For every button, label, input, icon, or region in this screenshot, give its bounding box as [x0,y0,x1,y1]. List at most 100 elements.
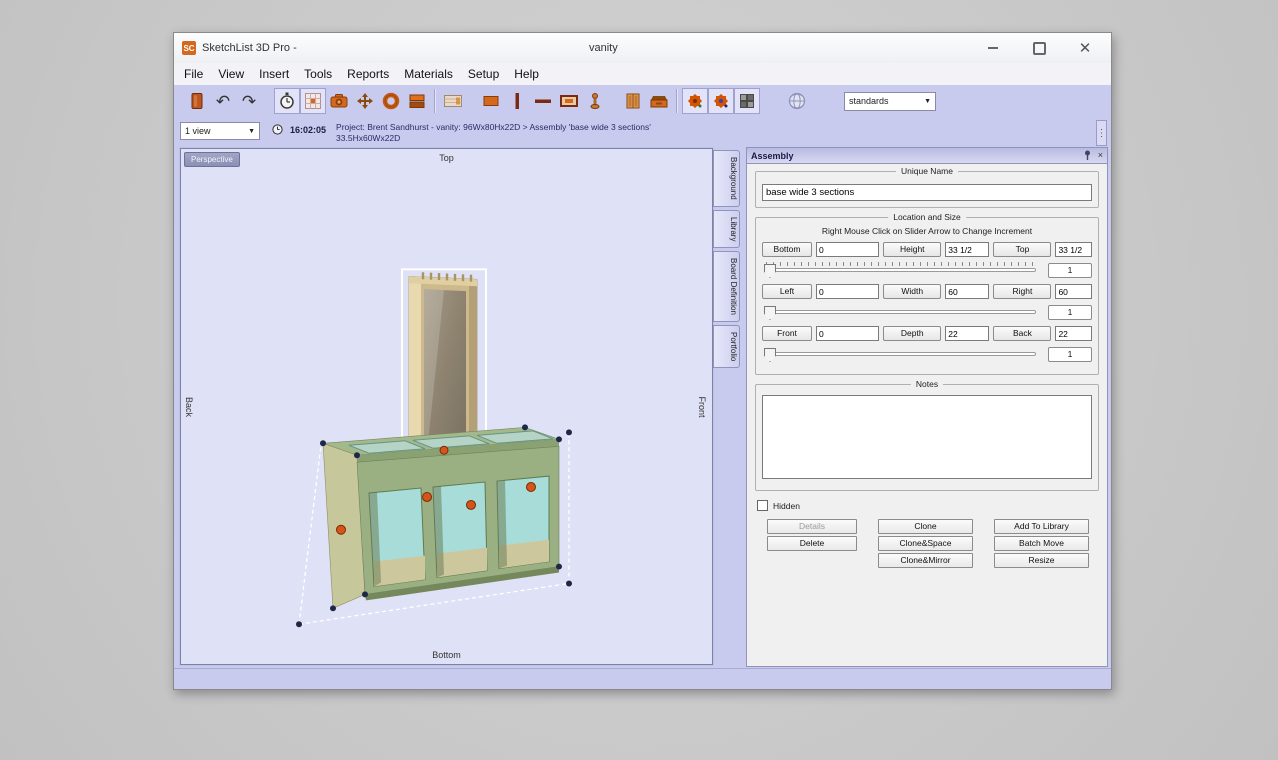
menu-tools[interactable]: Tools [304,67,332,81]
width-slider[interactable] [762,302,1038,318]
menu-reports[interactable]: Reports [347,67,389,81]
texture-icon[interactable] [734,88,760,114]
window-title-document: vanity [589,42,618,54]
pin-icon[interactable] [1083,150,1092,162]
width-input[interactable] [945,284,989,299]
clone-space-button[interactable]: Clone&Space [878,536,973,551]
view-count-value: 1 view [185,126,211,136]
batch-move-button[interactable]: Batch Move [994,536,1089,551]
close-button[interactable]: ✕ [1075,38,1095,58]
assembly-actions: Details Delete Clone Clone&Space Clone&M… [755,519,1099,568]
clone-button[interactable]: Clone [878,519,973,534]
door-icon[interactable] [620,88,646,114]
timer-icon[interactable] [274,88,300,114]
menu-view[interactable]: View [218,67,244,81]
explode-icon[interactable] [682,88,708,114]
bottom-input[interactable] [816,242,879,257]
viewport-label-back: Back [184,396,194,416]
height-slider[interactable] [762,260,1038,276]
back-button[interactable]: Back [993,326,1051,341]
menu-materials[interactable]: Materials [404,67,453,81]
front-input[interactable] [816,326,879,341]
width-increment[interactable]: 1 [1048,305,1092,320]
view-count-dropdown[interactable]: 1 view ▼ [180,122,260,140]
right-input[interactable] [1055,284,1092,299]
width-slider-thumb[interactable] [764,306,776,320]
tab-board-definition[interactable]: Board Definition [713,251,740,322]
height-slider-thumb[interactable] [764,264,776,278]
left-button[interactable]: Left [762,284,812,299]
resize-button[interactable]: Resize [994,553,1089,568]
project-breadcrumb-line1: Project: Brent Sandhurst - vanity: 96Wx8… [336,122,651,133]
menu-help[interactable]: Help [514,67,539,81]
height-increment[interactable]: 1 [1048,263,1092,278]
width-button[interactable]: Width [883,284,941,299]
viewport-label-front: Front [697,396,707,417]
tab-library[interactable]: Library [713,210,740,248]
hidden-checkbox-label: Hidden [773,501,800,511]
tab-portfolio[interactable]: Portfolio [713,325,740,368]
unique-name-legend: Unique Name [896,166,958,176]
maximize-button[interactable] [1029,38,1049,58]
clock-icon [272,124,283,135]
back-input[interactable] [1055,326,1092,341]
clone-mirror-button[interactable]: Clone&Mirror [878,553,973,568]
unique-name-input[interactable] [762,184,1092,201]
depth-slider[interactable] [762,344,1038,360]
menu-insert[interactable]: Insert [259,67,289,81]
delete-button[interactable]: Delete [767,536,857,551]
globe-icon[interactable] [784,88,810,114]
horizontal-board-icon[interactable] [530,88,556,114]
move-icon[interactable] [352,88,378,114]
vanity-3d-model[interactable] [181,149,712,664]
new-board-icon[interactable] [184,88,210,114]
hidden-checkbox[interactable] [757,500,768,511]
depth-button[interactable]: Depth [883,326,941,341]
minimize-button[interactable] [983,38,1003,58]
project-breadcrumb-line2: 33.5Hx60Wx22D [336,133,651,144]
add-to-library-button[interactable]: Add To Library [994,519,1089,534]
3d-viewport[interactable]: Perspective Top Bottom Back Front [180,148,713,665]
depth-increment[interactable]: 1 [1048,347,1092,362]
tab-background[interactable]: Background [713,150,740,207]
notes-textarea[interactable] [762,395,1092,479]
details-button[interactable]: Details [767,519,857,534]
window-footer [174,668,1111,689]
sheet-icon[interactable] [478,88,504,114]
viewport-label-bottom: Bottom [432,650,461,660]
standards-dropdown-value: standards [849,96,889,106]
drawer-icon[interactable] [646,88,672,114]
app-logo-icon: SC [182,41,196,55]
height-button[interactable]: Height [883,242,941,257]
layers-icon[interactable] [404,88,430,114]
top-input[interactable] [1055,242,1092,257]
camera-icon[interactable] [326,88,352,114]
bottom-button[interactable]: Bottom [762,242,812,257]
left-input[interactable] [816,284,879,299]
vertical-board-icon[interactable] [504,88,530,114]
splitter-handle[interactable]: ⋮ [1096,120,1107,146]
depth-slider-thumb[interactable] [764,348,776,362]
chevron-down-icon: ▼ [924,98,931,105]
perspective-badge[interactable]: Perspective [184,152,240,167]
panel-close-icon[interactable]: × [1098,151,1103,160]
menu-setup[interactable]: Setup [468,67,499,81]
depth-input[interactable] [945,326,989,341]
menu-file[interactable]: File [184,67,203,81]
render-grid-icon[interactable] [300,88,326,114]
explode-select-icon[interactable] [708,88,734,114]
front-button[interactable]: Front [762,326,812,341]
assembly-panel: Assembly × Unique Name Location and Size… [746,147,1108,667]
redo-icon[interactable]: ↷ [236,88,262,114]
top-button[interactable]: Top [993,242,1051,257]
standards-dropdown[interactable]: standards ▼ [844,92,936,111]
right-button[interactable]: Right [993,284,1051,299]
location-size-hint: Right Mouse Click on Slider Arrow to Cha… [762,226,1092,236]
undo-icon[interactable]: ↶ [210,88,236,114]
hardware-icon[interactable] [582,88,608,114]
project-breadcrumb: Project: Brent Sandhurst - vanity: 96Wx8… [336,122,651,143]
framed-panel-icon[interactable] [556,88,582,114]
height-input[interactable] [945,242,989,257]
board-thumbnail-icon[interactable] [440,88,466,114]
rotate-ring-icon[interactable] [378,88,404,114]
